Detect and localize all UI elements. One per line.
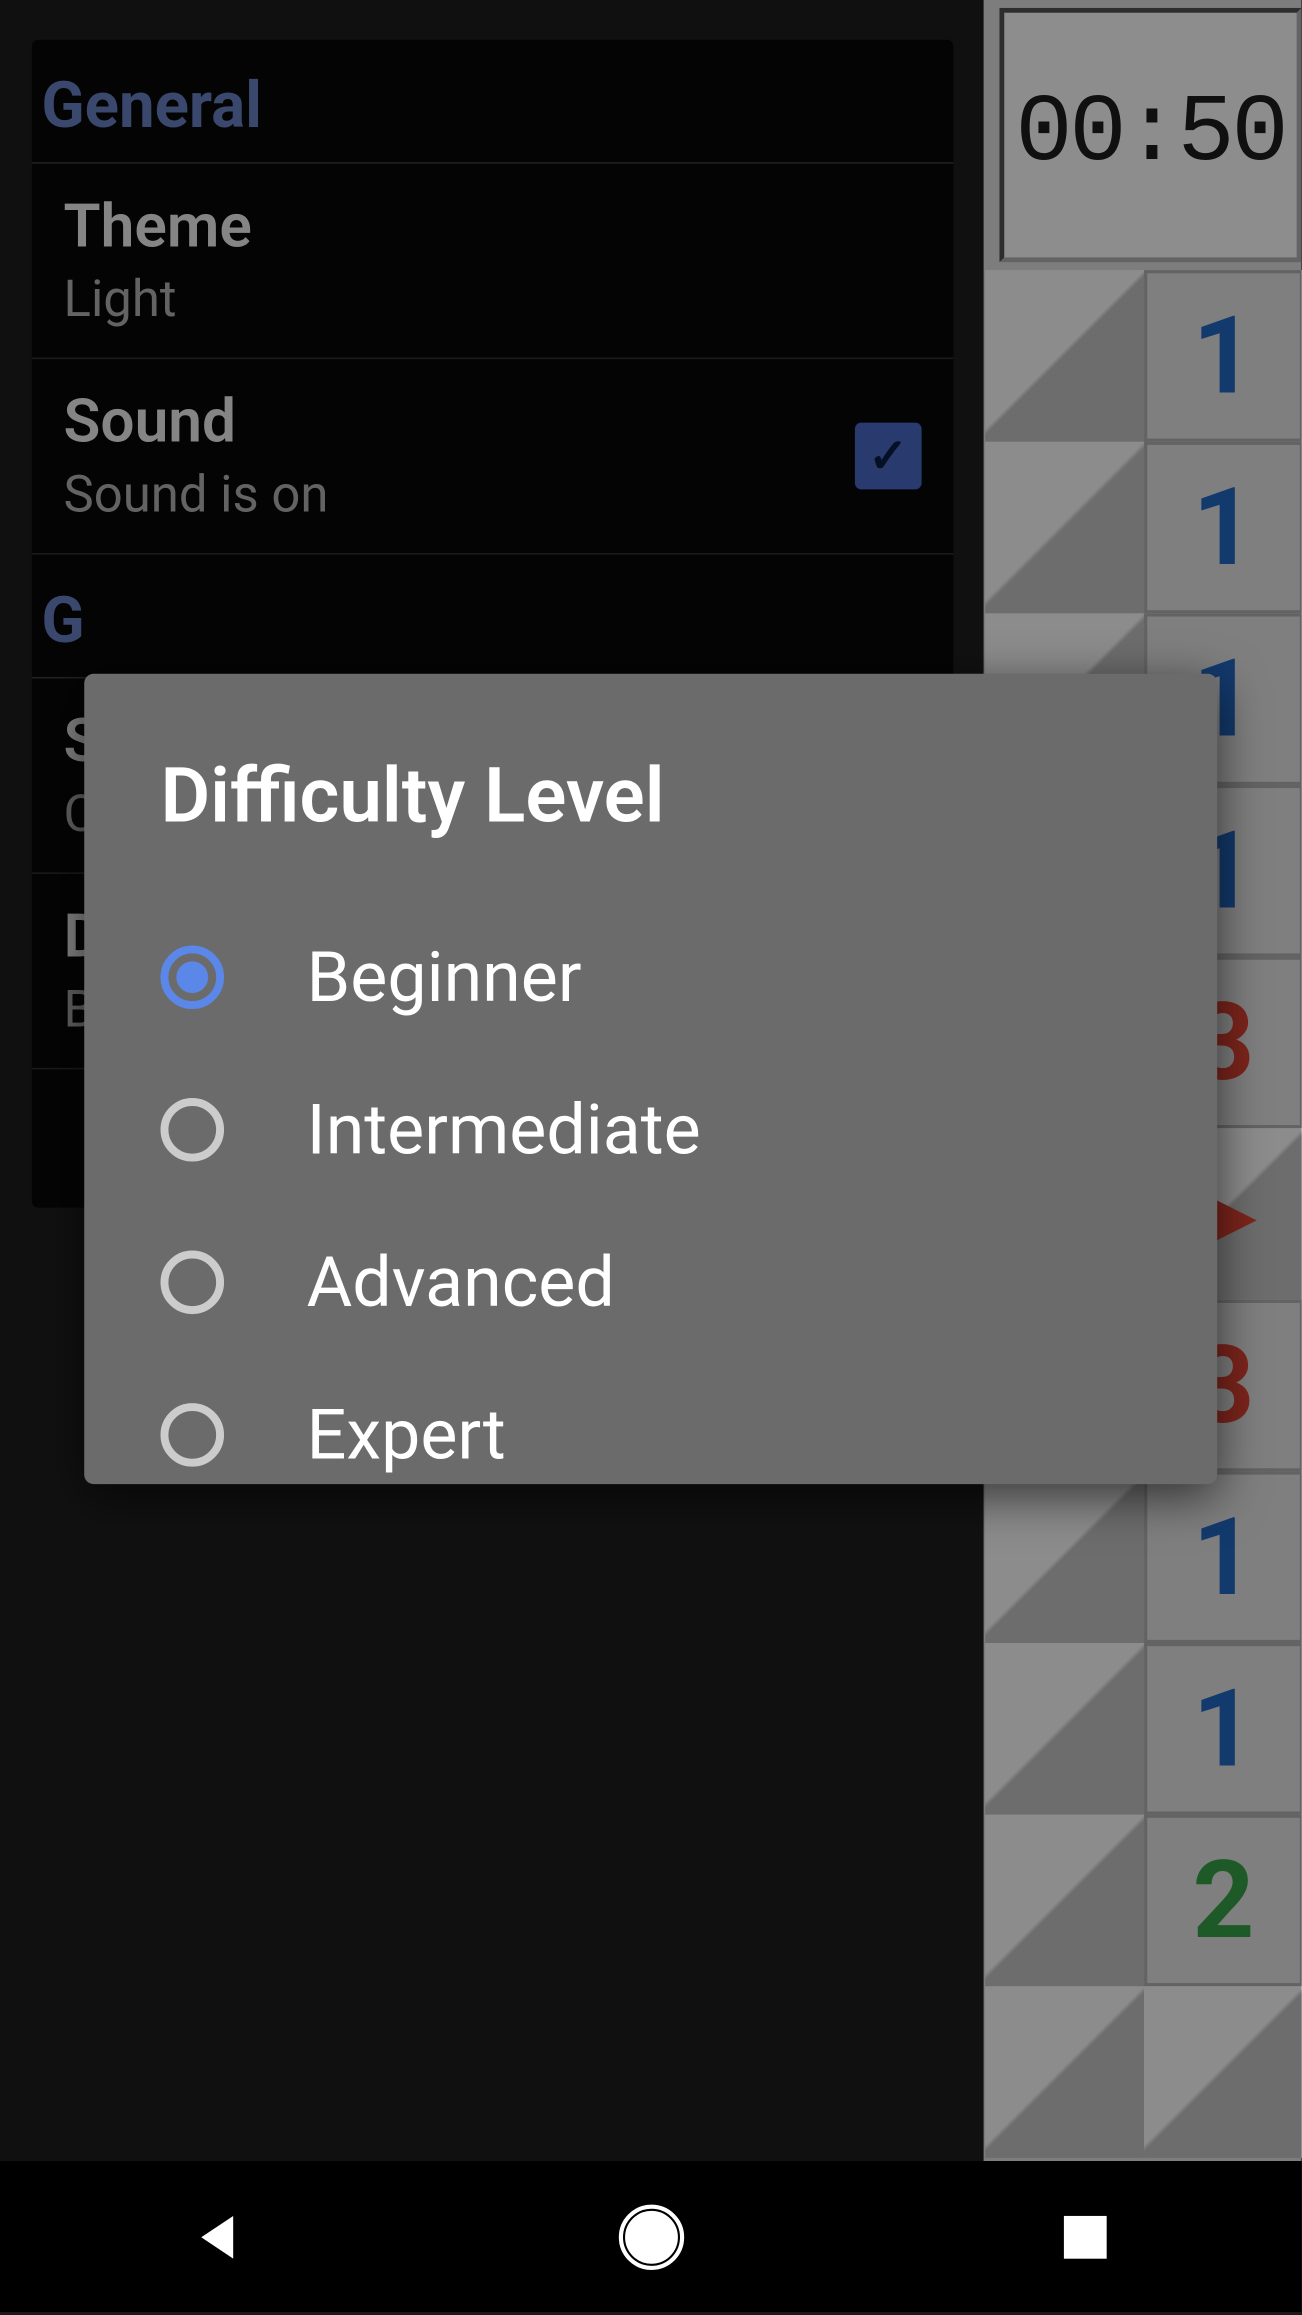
radio-label: Beginner [307,936,582,1019]
radio-label: Intermediate [307,1088,701,1171]
difficulty-option-beginner[interactable]: Beginner [160,901,1140,1054]
dialog-title: Difficulty Level [160,750,1140,841]
radio-icon [160,945,224,1009]
nav-back-button[interactable] [179,2198,255,2274]
radio-icon [160,1403,224,1467]
radio-icon [160,1098,224,1162]
radio-label: Expert [307,1394,506,1477]
difficulty-option-expert[interactable]: Expert [160,1359,1140,1512]
difficulty-dialog: Difficulty Level Beginner Intermediate Adv… [84,674,1217,1484]
nav-home-button[interactable] [613,2198,689,2274]
radio-label: Advanced [307,1241,615,1324]
android-navbar [0,2161,1301,2312]
radio-icon [160,1251,224,1315]
nav-recent-button[interactable] [1046,2198,1122,2274]
difficulty-option-intermediate[interactable]: Intermediate [160,1054,1140,1207]
difficulty-option-advanced[interactable]: Advanced [160,1206,1140,1359]
